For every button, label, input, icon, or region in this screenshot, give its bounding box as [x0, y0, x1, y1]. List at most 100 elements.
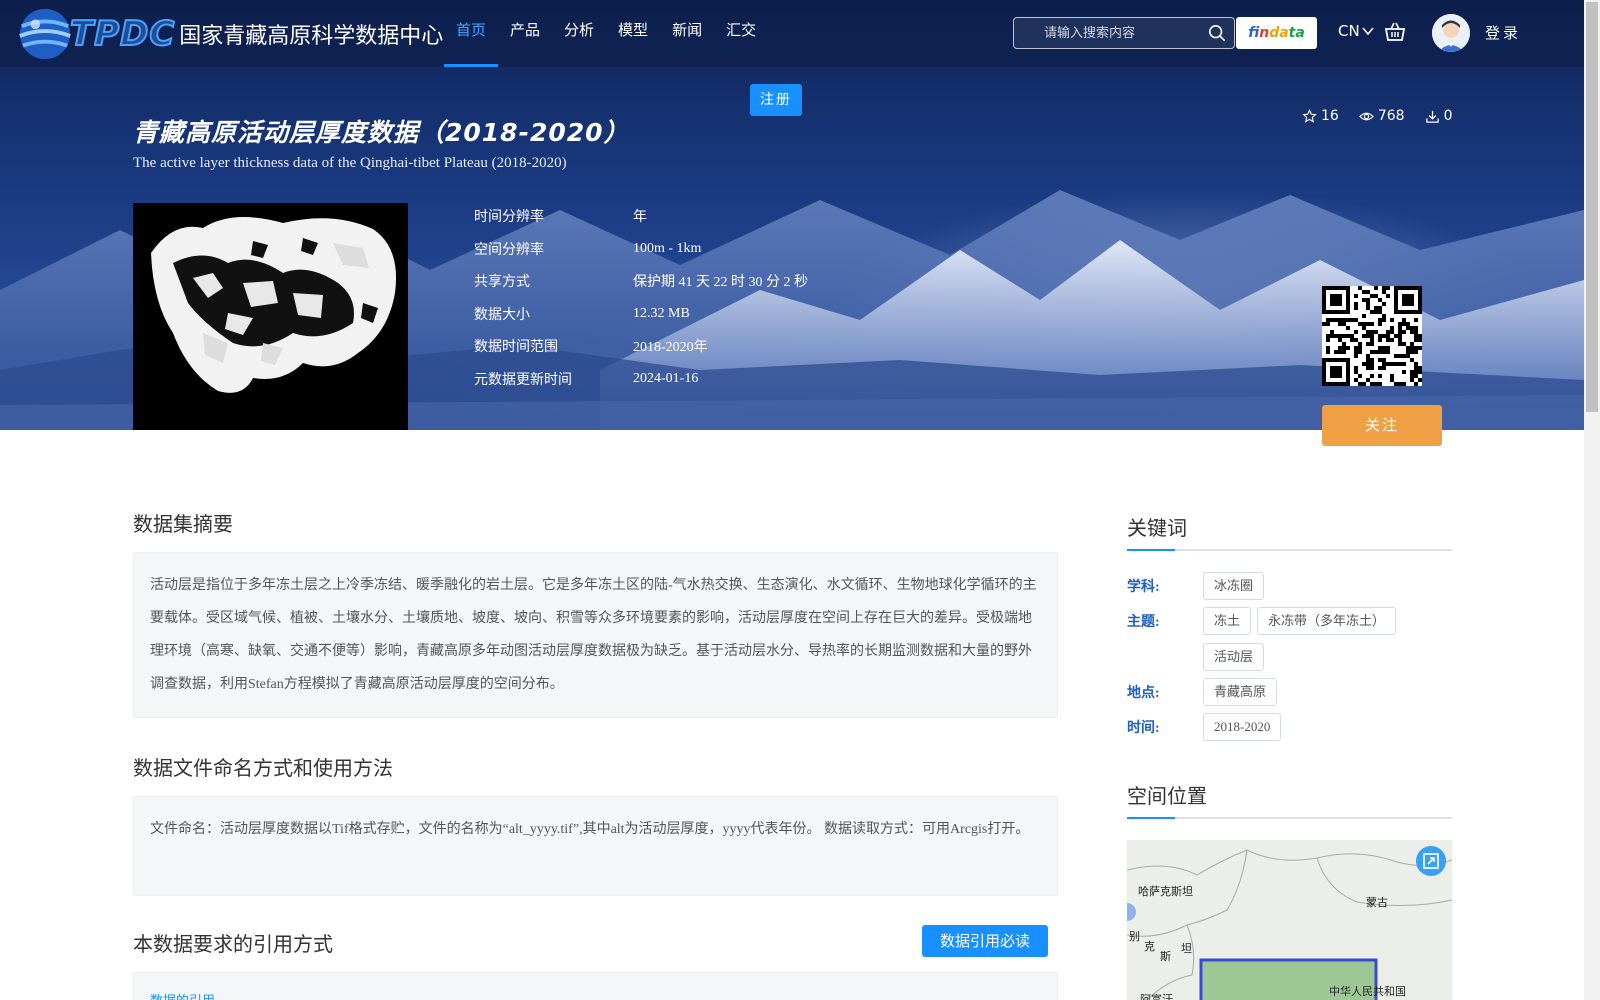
map-label-bie: 别	[1129, 930, 1140, 943]
meta-label: 数据时间范围	[474, 339, 558, 356]
citation-box	[133, 972, 1058, 1000]
map-label-mongolia: 蒙古	[1366, 896, 1388, 909]
meta-value: 保护期 41 天 22 时 30 分 2 秒	[633, 275, 808, 291]
keyword-label: 地点:	[1127, 686, 1160, 701]
stars-count: 16	[1321, 108, 1339, 124]
thumbnail-map-image	[133, 203, 408, 430]
dataset-stats: 16 768 0	[1302, 108, 1452, 124]
summary-box: 活动层是指位于多年冻土层之上冷季冻结、暖季融化的岩土层。它是多年冻土区的陆-气水…	[133, 552, 1058, 718]
nav-analysis[interactable]: 分析	[552, 0, 606, 67]
keyword-tag[interactable]: 活动层	[1203, 643, 1265, 671]
search-input[interactable]	[1014, 18, 1194, 48]
star-icon	[1302, 108, 1317, 123]
keyword-tag[interactable]: 冻土	[1203, 607, 1252, 635]
map-label-ke: 克	[1144, 940, 1155, 953]
hero-banner: TPDC 国家青藏高原科学数据中心 首页 产品 分析 模型 新闻 汇交 find…	[0, 0, 1584, 430]
keyword-row-discipline: 学科: 冰冻圈	[1127, 572, 1453, 600]
downloads-count: 0	[1443, 108, 1453, 124]
file-naming-box: 文件命名：活动层厚度数据以Tif格式存贮，文件的名称为“alt_yyyy.tif…	[133, 796, 1058, 896]
meta-label: 时间分辨率	[474, 209, 544, 226]
expand-icon	[1423, 853, 1439, 869]
keyword-label: 时间:	[1127, 721, 1160, 736]
logo-abbreviation: TPDC	[69, 13, 176, 55]
map-label-kazakhstan: 哈萨克斯坦	[1138, 885, 1193, 898]
summary-text: 活动层是指位于多年冻土层之上冷季冻结、暖季融化的岩土层。它是多年冻土区的陆-气水…	[150, 578, 1037, 692]
nav-home[interactable]: 首页	[444, 0, 499, 67]
map-label-tan: 坦	[1181, 942, 1192, 955]
citation-required-button[interactable]: 数据引用必读	[922, 925, 1048, 957]
keyword-tags: 冻土 永冻带（多年冻土） 活动层	[1203, 607, 1453, 671]
top-navigation-bar: TPDC 国家青藏高原科学数据中心 首页 产品 分析 模型 新闻 汇交 find…	[0, 0, 1584, 67]
keyword-tags: 2018-2020	[1203, 713, 1453, 741]
meta-value: 2018-2020年	[633, 340, 708, 356]
register-button[interactable]: 注册	[750, 84, 802, 116]
findata-text-2: n	[1259, 25, 1270, 41]
scrollbar-thumb[interactable]	[1586, 2, 1598, 412]
meta-row: 数据大小 12.32 MB	[474, 298, 808, 331]
views-stat: 768	[1358, 108, 1405, 124]
site-logo[interactable]: TPDC 国家青藏高原科学数据中心	[16, 4, 443, 64]
downloads-stat: 0	[1425, 108, 1453, 124]
meta-label: 共享方式	[474, 274, 530, 291]
meta-value: 年	[633, 210, 647, 226]
meta-row: 时间分辨率 年	[474, 200, 808, 233]
main-nav: 首页 产品 分析 模型 新闻 汇交	[444, 0, 768, 67]
keyword-row-time: 时间: 2018-2020	[1127, 713, 1453, 741]
dataset-thumbnail	[133, 203, 408, 430]
meta-label: 元数据更新时间	[474, 371, 572, 388]
findata-text-4: ta	[1288, 25, 1305, 41]
map-label-si: 斯	[1160, 950, 1171, 963]
keyword-tags: 青藏高原	[1203, 678, 1453, 706]
findata-text-3: da	[1269, 25, 1289, 41]
meta-value: 2024-01-16	[633, 370, 699, 386]
dataset-subtitle: The active layer thickness data of the Q…	[133, 155, 567, 171]
dataset-title: 青藏高原活动层厚度数据（2018-2020）	[133, 118, 630, 147]
search-icon[interactable]	[1208, 24, 1226, 42]
keyword-tags: 冰冻圈	[1203, 572, 1453, 600]
meta-label: 空间分辨率	[474, 241, 544, 258]
meta-row: 数据时间范围 2018-2020年	[474, 330, 808, 363]
shopping-basket-icon[interactable]	[1384, 22, 1406, 42]
nav-models[interactable]: 模型	[606, 0, 660, 67]
keywords-heading: 关键词	[1127, 512, 1452, 551]
language-label: CN	[1338, 22, 1360, 40]
avatar[interactable]	[1432, 14, 1470, 52]
qr-code-image	[1322, 286, 1422, 386]
keyword-tag[interactable]: 永冻带（多年冻土）	[1257, 607, 1397, 635]
location-heading: 空间位置	[1127, 780, 1452, 819]
nav-submission[interactable]: 汇交	[714, 0, 768, 67]
meta-row: 元数据更新时间 2024-01-16	[474, 363, 808, 396]
map-fullscreen-button[interactable]	[1416, 846, 1446, 876]
page-scrollbar[interactable]	[1584, 0, 1600, 1000]
summary-heading: 数据集摘要	[133, 514, 233, 536]
citation-heading: 本数据要求的引用方式	[133, 934, 333, 956]
stars-stat[interactable]: 16	[1302, 108, 1339, 124]
map-label-afghanistan: 阿富汗	[1140, 993, 1173, 1000]
nav-products[interactable]: 产品	[498, 0, 552, 67]
qr-code	[1322, 286, 1422, 386]
findata-button[interactable]: findata	[1236, 17, 1317, 49]
meta-row: 空间分辨率 100m - 1km	[474, 233, 808, 266]
download-icon	[1425, 110, 1439, 123]
globe-logo-icon	[19, 8, 71, 60]
search-box	[1013, 17, 1235, 49]
findata-text-1: fi	[1248, 25, 1260, 41]
meta-row: 共享方式 保护期 41 天 22 时 30 分 2 秒	[474, 265, 808, 298]
file-naming-heading: 数据文件命名方式和使用方法	[133, 758, 393, 780]
logo-title: 国家青藏高原科学数据中心	[179, 24, 444, 49]
citation-link[interactable]: 数据的引用	[150, 990, 215, 1000]
location-map[interactable]: 哈萨克斯坦 蒙古 别 克 斯 坦 阿富汗 中华人民共和国	[1127, 840, 1452, 1000]
map-label-china: 中华人民共和国	[1329, 985, 1406, 998]
keyword-label: 学科:	[1127, 580, 1160, 595]
follow-button[interactable]: 关注	[1322, 405, 1442, 446]
keyword-tag[interactable]: 冰冻圈	[1203, 572, 1265, 600]
keyword-tag[interactable]: 青藏高原	[1203, 678, 1278, 706]
nav-news[interactable]: 新闻	[660, 0, 714, 67]
login-link[interactable]: 登录	[1485, 22, 1521, 43]
keyword-tag[interactable]: 2018-2020	[1203, 713, 1282, 741]
views-count: 768	[1377, 108, 1405, 124]
language-switcher[interactable]: CN	[1338, 22, 1374, 40]
eye-icon	[1358, 112, 1374, 120]
chevron-down-icon	[1362, 27, 1374, 36]
meta-value: 100m - 1km	[633, 240, 702, 256]
